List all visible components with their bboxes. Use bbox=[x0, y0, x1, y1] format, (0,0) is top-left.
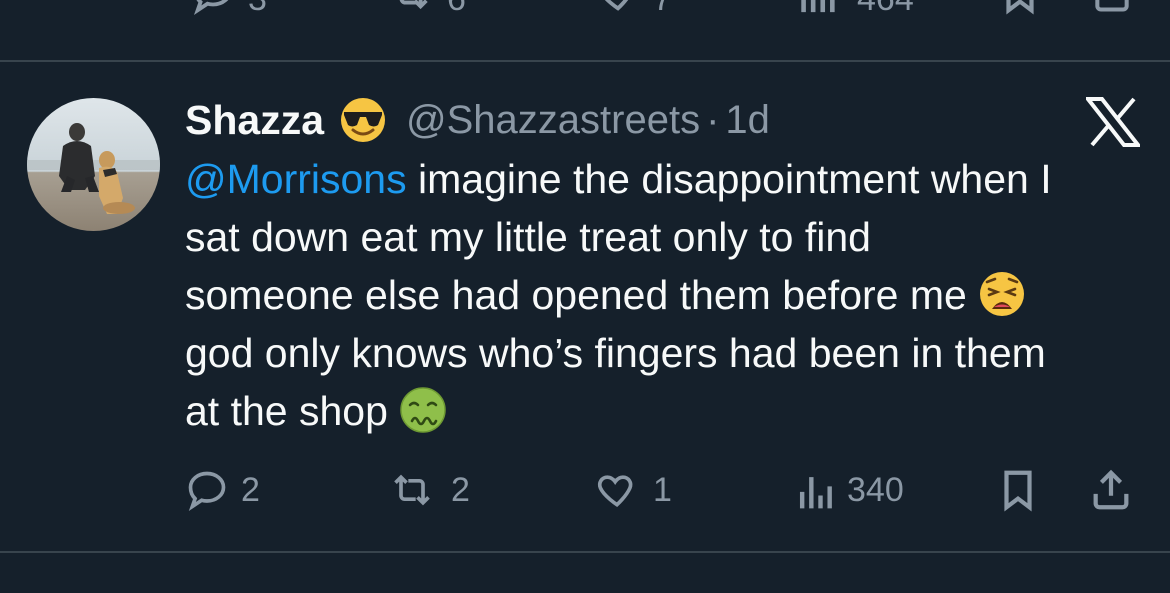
user-handle[interactable]: @Shazzastreets bbox=[406, 98, 700, 143]
reply-icon bbox=[193, 0, 229, 16]
weary-face-icon bbox=[977, 269, 1027, 319]
nauseated-face-icon bbox=[398, 385, 448, 435]
share-button[interactable] bbox=[1088, 462, 1134, 518]
prev-view-count: 464 bbox=[857, 0, 914, 19]
prev-reply-button[interactable]: 3 bbox=[190, 0, 267, 25]
views-icon bbox=[801, 0, 835, 13]
prev-like-count: 7 bbox=[653, 0, 672, 19]
reply-count: 2 bbox=[241, 470, 260, 509]
tweet-line-5: at the shop bbox=[185, 382, 1150, 440]
heart-icon bbox=[597, 475, 633, 507]
divider bbox=[0, 60, 1170, 62]
like-count: 1 bbox=[653, 470, 672, 509]
like-button[interactable]: 1 bbox=[593, 462, 672, 518]
views-icon bbox=[799, 477, 832, 509]
prev-reply-count: 3 bbox=[248, 0, 267, 19]
bookmark-icon bbox=[1006, 0, 1034, 15]
tweet-line-text: someone else had opened them before me bbox=[185, 272, 967, 318]
mention-link[interactable]: @Morrisons bbox=[185, 156, 407, 202]
separator-dot: · bbox=[706, 97, 720, 142]
smiling-face-with-sunglasses-icon bbox=[338, 95, 388, 145]
display-name[interactable]: Shazza bbox=[185, 97, 324, 144]
reply-icon bbox=[188, 471, 226, 512]
heart-icon bbox=[604, 0, 629, 11]
retweet-icon bbox=[399, 0, 428, 10]
tweet-line-3: someone else had opened them before me bbox=[185, 266, 1150, 324]
retweet-count: 2 bbox=[451, 470, 470, 509]
prev-retweet-count: 6 bbox=[447, 0, 466, 19]
x-logo-icon bbox=[1083, 97, 1143, 147]
share-icon bbox=[1093, 469, 1129, 510]
bookmark-button[interactable] bbox=[997, 462, 1039, 518]
prev-views-button[interactable]: 464 bbox=[797, 0, 914, 25]
tweet-line-1: @Morrisons imagine the disappointment wh… bbox=[185, 150, 1150, 208]
prev-like-button[interactable]: 7 bbox=[595, 0, 672, 25]
retweet-button[interactable]: 2 bbox=[385, 462, 470, 518]
prev-bookmark-button[interactable] bbox=[1000, 0, 1040, 25]
prev-share-button[interactable] bbox=[1090, 0, 1134, 25]
reply-button[interactable]: 2 bbox=[185, 462, 260, 518]
tweet-text: @Morrisons imagine the disappointment wh… bbox=[185, 150, 1150, 440]
tweet-line-text: at the shop bbox=[185, 388, 388, 434]
avatar-photo bbox=[27, 98, 160, 231]
share-icon bbox=[1095, 0, 1129, 12]
view-count: 340 bbox=[847, 470, 904, 509]
tweet-line-text: imagine the disappointment when I bbox=[406, 156, 1052, 202]
views-button[interactable]: 340 bbox=[795, 462, 904, 518]
avatar[interactable] bbox=[27, 98, 160, 231]
tweet-header: Shazza @Shazzastreets · 1d bbox=[185, 92, 770, 148]
tweet-line-4: god only knows who’s fingers had been in… bbox=[185, 330, 1046, 376]
bookmark-icon bbox=[1004, 470, 1032, 512]
tweet-actions: 2 2 1 340 bbox=[185, 462, 1145, 518]
previous-tweet-actions: 3 6 7 464 bbox=[0, 0, 1170, 20]
timestamp[interactable]: 1d bbox=[725, 98, 770, 143]
prev-retweet-button[interactable]: 6 bbox=[385, 0, 466, 25]
tweet-line-2: sat down eat my little treat only to fin… bbox=[185, 214, 871, 260]
retweet-icon bbox=[394, 474, 430, 506]
divider bbox=[0, 551, 1170, 553]
